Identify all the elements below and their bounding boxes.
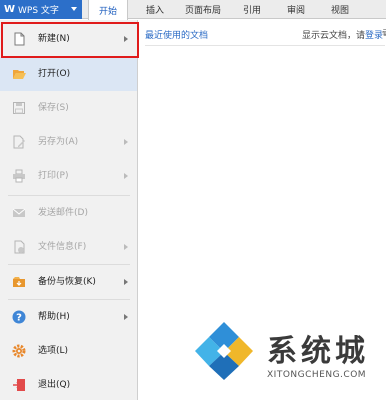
recent-documents-heading: 最近使用的文档 (145, 31, 209, 41)
menu-item-print[interactable]: 打印(P) (0, 159, 137, 193)
exit-icon (12, 378, 26, 392)
menu-item-label: 退出(Q) (38, 380, 71, 390)
menu-item-backup-restore[interactable]: 备份与恢复(K) (0, 265, 137, 299)
backup-icon (12, 275, 26, 289)
menu-item-options[interactable]: 选项(L) (0, 334, 137, 368)
menu-item-open[interactable]: 打开(O) (0, 57, 137, 91)
save-as-icon (12, 135, 26, 149)
menu-item-label: 打印(P) (38, 171, 69, 181)
menu-item-label: 文件信息(F) (38, 242, 87, 252)
menu-item-label: 选项(L) (38, 346, 69, 356)
save-icon (12, 101, 26, 115)
app-title: WPS 文字 (18, 6, 59, 16)
menu-item-help[interactable]: ? 帮助(H) (0, 300, 137, 334)
menu-item-label: 帮助(H) (38, 312, 70, 322)
menu-item-exit[interactable]: 退出(Q) (0, 368, 137, 400)
chevron-right-icon (124, 314, 128, 320)
open-folder-icon (12, 67, 26, 81)
cloud-docs-hint: 显示云文档，请登录 (302, 28, 383, 41)
menu-item-label: 备份与恢复(K) (38, 277, 96, 287)
tab-page-layout[interactable]: 页面布局 (176, 0, 230, 19)
file-info-icon (12, 240, 26, 254)
app-menu-button[interactable]: W WPS 文字 (0, 0, 82, 19)
menu-item-save-as[interactable]: 另存为(A) (0, 125, 137, 159)
menu-item-save[interactable]: 保存(S) (0, 91, 137, 125)
menu-item-label: 另存为(A) (38, 137, 79, 147)
heading-divider (145, 45, 385, 46)
watermark-url: XITONGCHENG.COM (267, 370, 367, 380)
login-link[interactable]: 登录 (365, 31, 383, 41)
file-menu: 新建(N) 打开(O) 保存(S) 另存为(A) 打印(P) 发送邮件(D) 文… (0, 20, 138, 400)
watermark-logo-icon (195, 322, 253, 380)
site-watermark: 系统城 XITONGCHENG.COM (189, 314, 386, 400)
tab-references[interactable]: 引用 (234, 0, 270, 19)
ribbon-tab-bar: W WPS 文字 开始 插入 页面布局 引用 审阅 视图 (0, 0, 386, 20)
chevron-right-icon (124, 173, 128, 179)
tab-view[interactable]: 视图 (322, 0, 358, 19)
tab-review[interactable]: 审阅 (278, 0, 314, 19)
chevron-down-icon (71, 7, 77, 11)
chevron-right-icon (124, 244, 128, 250)
wps-logo-icon: W (3, 4, 16, 15)
menu-item-file-info[interactable]: 文件信息(F) (0, 230, 137, 264)
menu-item-label: 打开(O) (38, 69, 71, 79)
watermark-text: 系统城 (267, 334, 369, 369)
mail-icon (12, 206, 26, 220)
tab-insert[interactable]: 插入 (136, 0, 174, 19)
menu-item-label: 保存(S) (38, 103, 69, 113)
cloud-docs-text: 显示云文档，请 (302, 31, 366, 41)
overflow-text: 雪 (382, 27, 386, 37)
gear-icon (12, 344, 26, 358)
print-icon (12, 169, 26, 183)
chevron-right-icon (124, 139, 128, 145)
menu-item-send-mail[interactable]: 发送邮件(D) (0, 196, 137, 230)
annotation-highlight-box (1, 22, 139, 58)
help-icon: ? (12, 310, 26, 324)
menu-item-label: 发送邮件(D) (38, 208, 88, 218)
chevron-right-icon (124, 279, 128, 285)
svg-text:?: ? (16, 313, 22, 324)
tab-home[interactable]: 开始 (88, 0, 128, 20)
